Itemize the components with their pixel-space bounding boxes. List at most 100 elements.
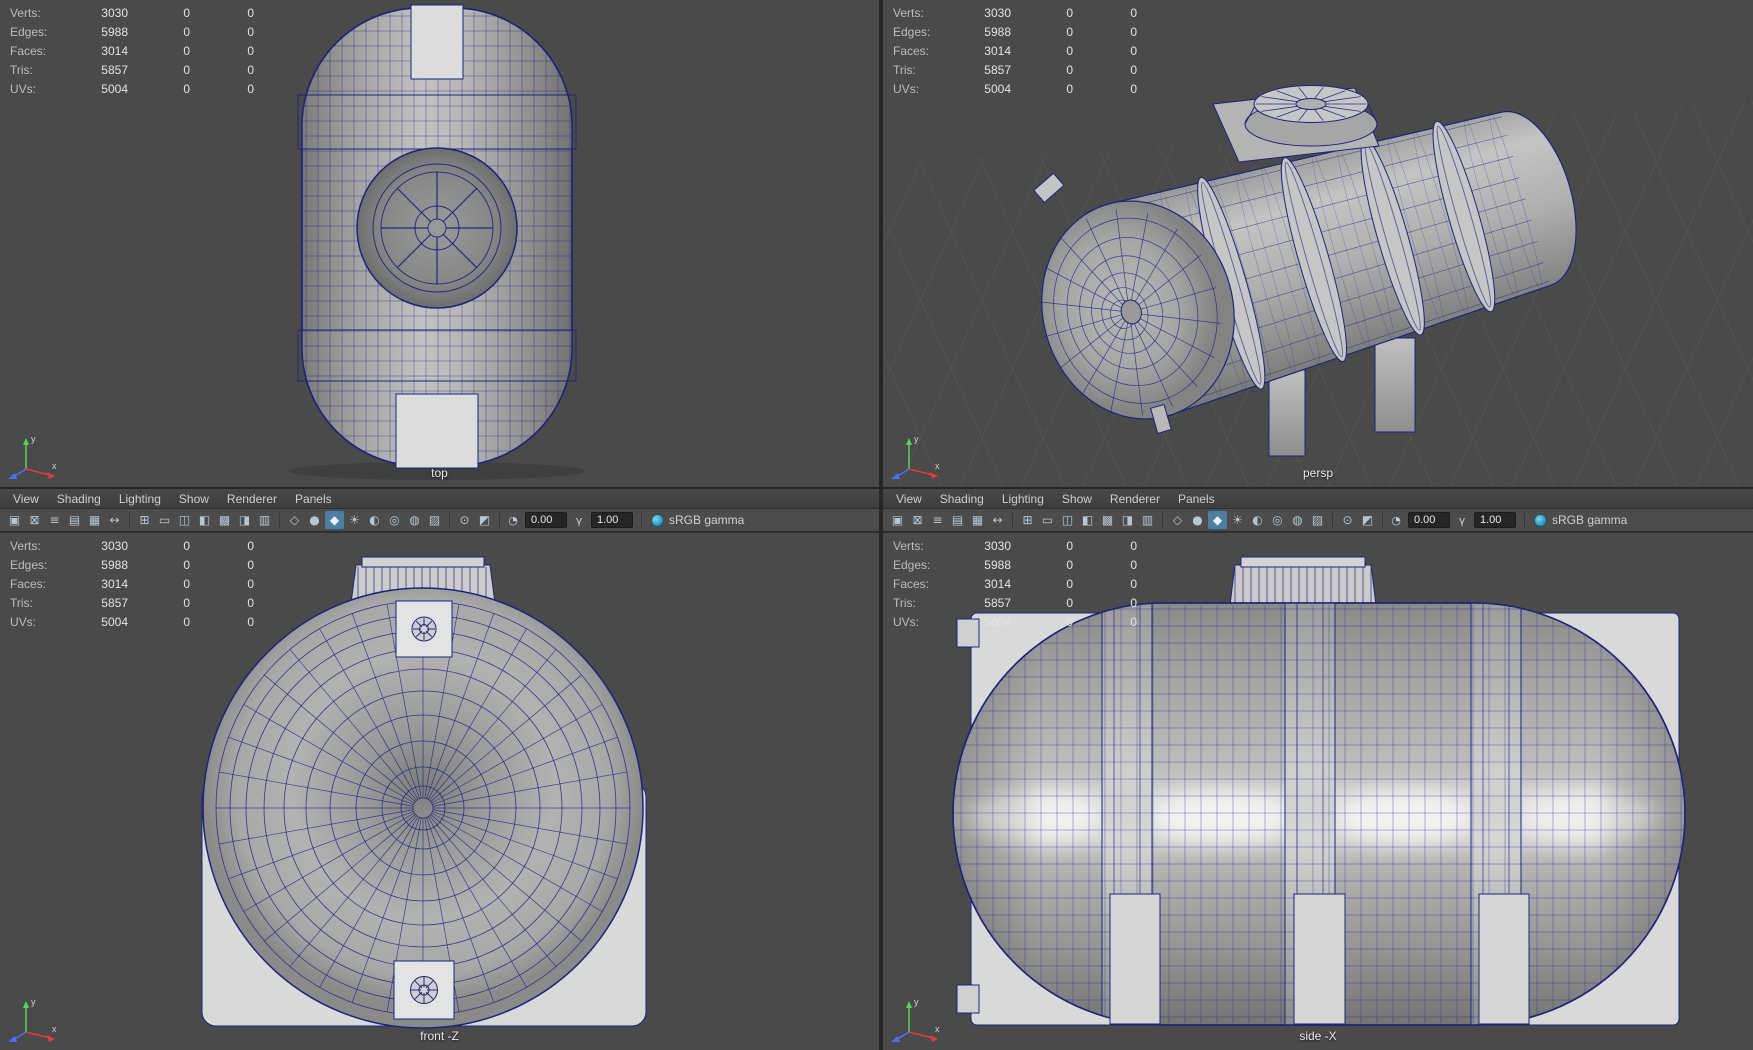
exposure-icon[interactable]: ◔ bbox=[505, 514, 521, 527]
lock-camera-icon[interactable]: ⊠ bbox=[25, 511, 44, 529]
resolution-gate-icon[interactable]: ◫ bbox=[1058, 511, 1077, 529]
xray-icon[interactable]: ◩ bbox=[1358, 511, 1377, 529]
isolate-select-icon[interactable]: ⊙ bbox=[455, 511, 474, 529]
grid-icon[interactable]: ⊞ bbox=[135, 511, 154, 529]
toolbar-separator bbox=[449, 513, 450, 528]
menu-panels[interactable]: Panels bbox=[1169, 492, 1224, 506]
menu-panels[interactable]: Panels bbox=[286, 492, 341, 506]
safe-action-icon[interactable]: ◨ bbox=[235, 511, 254, 529]
shadows-icon[interactable]: ◐ bbox=[1248, 511, 1267, 529]
menu-view[interactable]: View bbox=[887, 492, 931, 506]
tank-model-top-view[interactable] bbox=[296, 5, 578, 468]
xray-icon[interactable]: ◩ bbox=[475, 511, 494, 529]
bookmarks-icon[interactable]: ▤ bbox=[65, 511, 84, 529]
menu-shading[interactable]: Shading bbox=[931, 492, 993, 506]
motion-blur-icon[interactable]: ◍ bbox=[405, 511, 424, 529]
multisample-icon[interactable]: ▨ bbox=[425, 511, 444, 529]
textured-icon[interactable]: ◆ bbox=[1208, 511, 1227, 529]
camera-attributes-icon[interactable]: ≡ bbox=[45, 511, 64, 529]
hud-value: 0 bbox=[1011, 42, 1073, 61]
safe-title-icon[interactable]: ▥ bbox=[255, 511, 274, 529]
menu-show[interactable]: Show bbox=[1053, 492, 1101, 506]
view-transform-label: sRGB gamma bbox=[1552, 513, 1627, 527]
axis-y-label: y bbox=[31, 434, 36, 444]
viewport-side[interactable]: Verts:303000 Edges:598800 Faces:301400 T… bbox=[883, 533, 1753, 1050]
hud-value: 5857 bbox=[955, 594, 1011, 613]
view-transform-control[interactable]: sRGB gamma bbox=[1534, 513, 1627, 527]
screen-space-ao-icon[interactable]: ◎ bbox=[1268, 511, 1287, 529]
motion-blur-icon[interactable]: ◍ bbox=[1288, 511, 1307, 529]
lock-camera-icon[interactable]: ⊠ bbox=[908, 511, 927, 529]
view-transform-control[interactable]: sRGB gamma bbox=[651, 513, 744, 527]
film-gate-icon[interactable]: ▭ bbox=[155, 511, 174, 529]
hud-label: Verts: bbox=[893, 4, 955, 23]
textured-icon[interactable]: ◆ bbox=[325, 511, 344, 529]
menu-lighting[interactable]: Lighting bbox=[993, 492, 1053, 506]
gamma-field[interactable]: 1.00 bbox=[591, 512, 633, 528]
select-camera-icon[interactable]: ▣ bbox=[888, 511, 907, 529]
viewport-front[interactable]: Verts:303000 Edges:598800 Faces:301400 T… bbox=[0, 533, 879, 1050]
exposure-field[interactable]: 0.00 bbox=[525, 512, 567, 528]
hud-value: 0 bbox=[128, 556, 190, 575]
image-plane-icon[interactable]: ▦ bbox=[85, 511, 104, 529]
viewport-label-top: top bbox=[0, 466, 879, 480]
hud-value: 0 bbox=[190, 575, 254, 594]
grid-icon[interactable]: ⊞ bbox=[1018, 511, 1037, 529]
menu-renderer[interactable]: Renderer bbox=[1101, 492, 1169, 506]
horizontal-panel-divider[interactable] bbox=[0, 487, 1753, 489]
menu-renderer[interactable]: Renderer bbox=[218, 492, 286, 506]
camera-attributes-icon[interactable]: ≡ bbox=[928, 511, 947, 529]
menu-view[interactable]: View bbox=[4, 492, 48, 506]
hud-row-verts: Verts:303000 bbox=[10, 4, 254, 23]
tank-leg bbox=[1294, 894, 1345, 1024]
gamma-field[interactable]: 1.00 bbox=[1474, 512, 1516, 528]
safe-action-icon[interactable]: ◨ bbox=[1118, 511, 1137, 529]
gamma-icon[interactable]: γ bbox=[1454, 514, 1470, 527]
hud-value: 0 bbox=[1073, 556, 1137, 575]
field-chart-icon[interactable]: ▩ bbox=[1098, 511, 1117, 529]
viewport-persp[interactable]: Verts:303000 Edges:598800 Faces:301400 T… bbox=[883, 0, 1753, 487]
shaded-icon[interactable]: ● bbox=[1188, 511, 1207, 529]
isolate-select-icon[interactable]: ⊙ bbox=[1338, 511, 1357, 529]
hud-value: 0 bbox=[190, 537, 254, 556]
rib-band bbox=[296, 330, 578, 381]
tank-leg bbox=[1479, 894, 1529, 1024]
menu-lighting[interactable]: Lighting bbox=[110, 492, 170, 506]
tank-leg bbox=[1269, 370, 1305, 456]
safe-title-icon[interactable]: ▥ bbox=[1138, 511, 1157, 529]
hud-value: 5988 bbox=[955, 23, 1011, 42]
shaded-icon[interactable]: ● bbox=[305, 511, 324, 529]
bookmarks-icon[interactable]: ▤ bbox=[948, 511, 967, 529]
hud-value: 0 bbox=[1011, 61, 1073, 80]
wireframe-icon[interactable]: ◇ bbox=[1168, 511, 1187, 529]
hud-value: 5857 bbox=[955, 61, 1011, 80]
multisample-icon[interactable]: ▨ bbox=[1308, 511, 1327, 529]
use-all-lights-icon[interactable]: ☀ bbox=[345, 511, 364, 529]
screen-space-ao-icon[interactable]: ◎ bbox=[385, 511, 404, 529]
pan-zoom-icon[interactable]: ↔ bbox=[988, 511, 1007, 529]
gate-mask-icon[interactable]: ◧ bbox=[195, 511, 214, 529]
exposure-icon[interactable]: ◔ bbox=[1388, 514, 1404, 527]
hud-value: 3030 bbox=[955, 4, 1011, 23]
select-camera-icon[interactable]: ▣ bbox=[5, 511, 24, 529]
wireframe-icon[interactable]: ◇ bbox=[285, 511, 304, 529]
menu-show[interactable]: Show bbox=[170, 492, 218, 506]
vertical-panel-divider[interactable] bbox=[879, 0, 883, 1050]
panel-menubar: View Shading Lighting Show Renderer Pane… bbox=[0, 489, 879, 509]
field-chart-icon[interactable]: ▩ bbox=[215, 511, 234, 529]
exposure-field[interactable]: 0.00 bbox=[1408, 512, 1450, 528]
gamma-icon[interactable]: γ bbox=[571, 514, 587, 527]
gate-mask-icon[interactable]: ◧ bbox=[1078, 511, 1097, 529]
hud-value: 0 bbox=[190, 23, 254, 42]
film-gate-icon[interactable]: ▭ bbox=[1038, 511, 1057, 529]
use-all-lights-icon[interactable]: ☀ bbox=[1228, 511, 1247, 529]
hud-value: 3014 bbox=[72, 42, 128, 61]
hud-value: 0 bbox=[128, 4, 190, 23]
shadows-icon[interactable]: ◐ bbox=[365, 511, 384, 529]
image-plane-icon[interactable]: ▦ bbox=[968, 511, 987, 529]
menu-shading[interactable]: Shading bbox=[48, 492, 110, 506]
viewport-top[interactable]: Verts:303000 Edges:598800 Faces:301400 T… bbox=[0, 0, 879, 487]
pan-zoom-icon[interactable]: ↔ bbox=[105, 511, 124, 529]
resolution-gate-icon[interactable]: ◫ bbox=[175, 511, 194, 529]
hud-value: 0 bbox=[128, 80, 190, 99]
